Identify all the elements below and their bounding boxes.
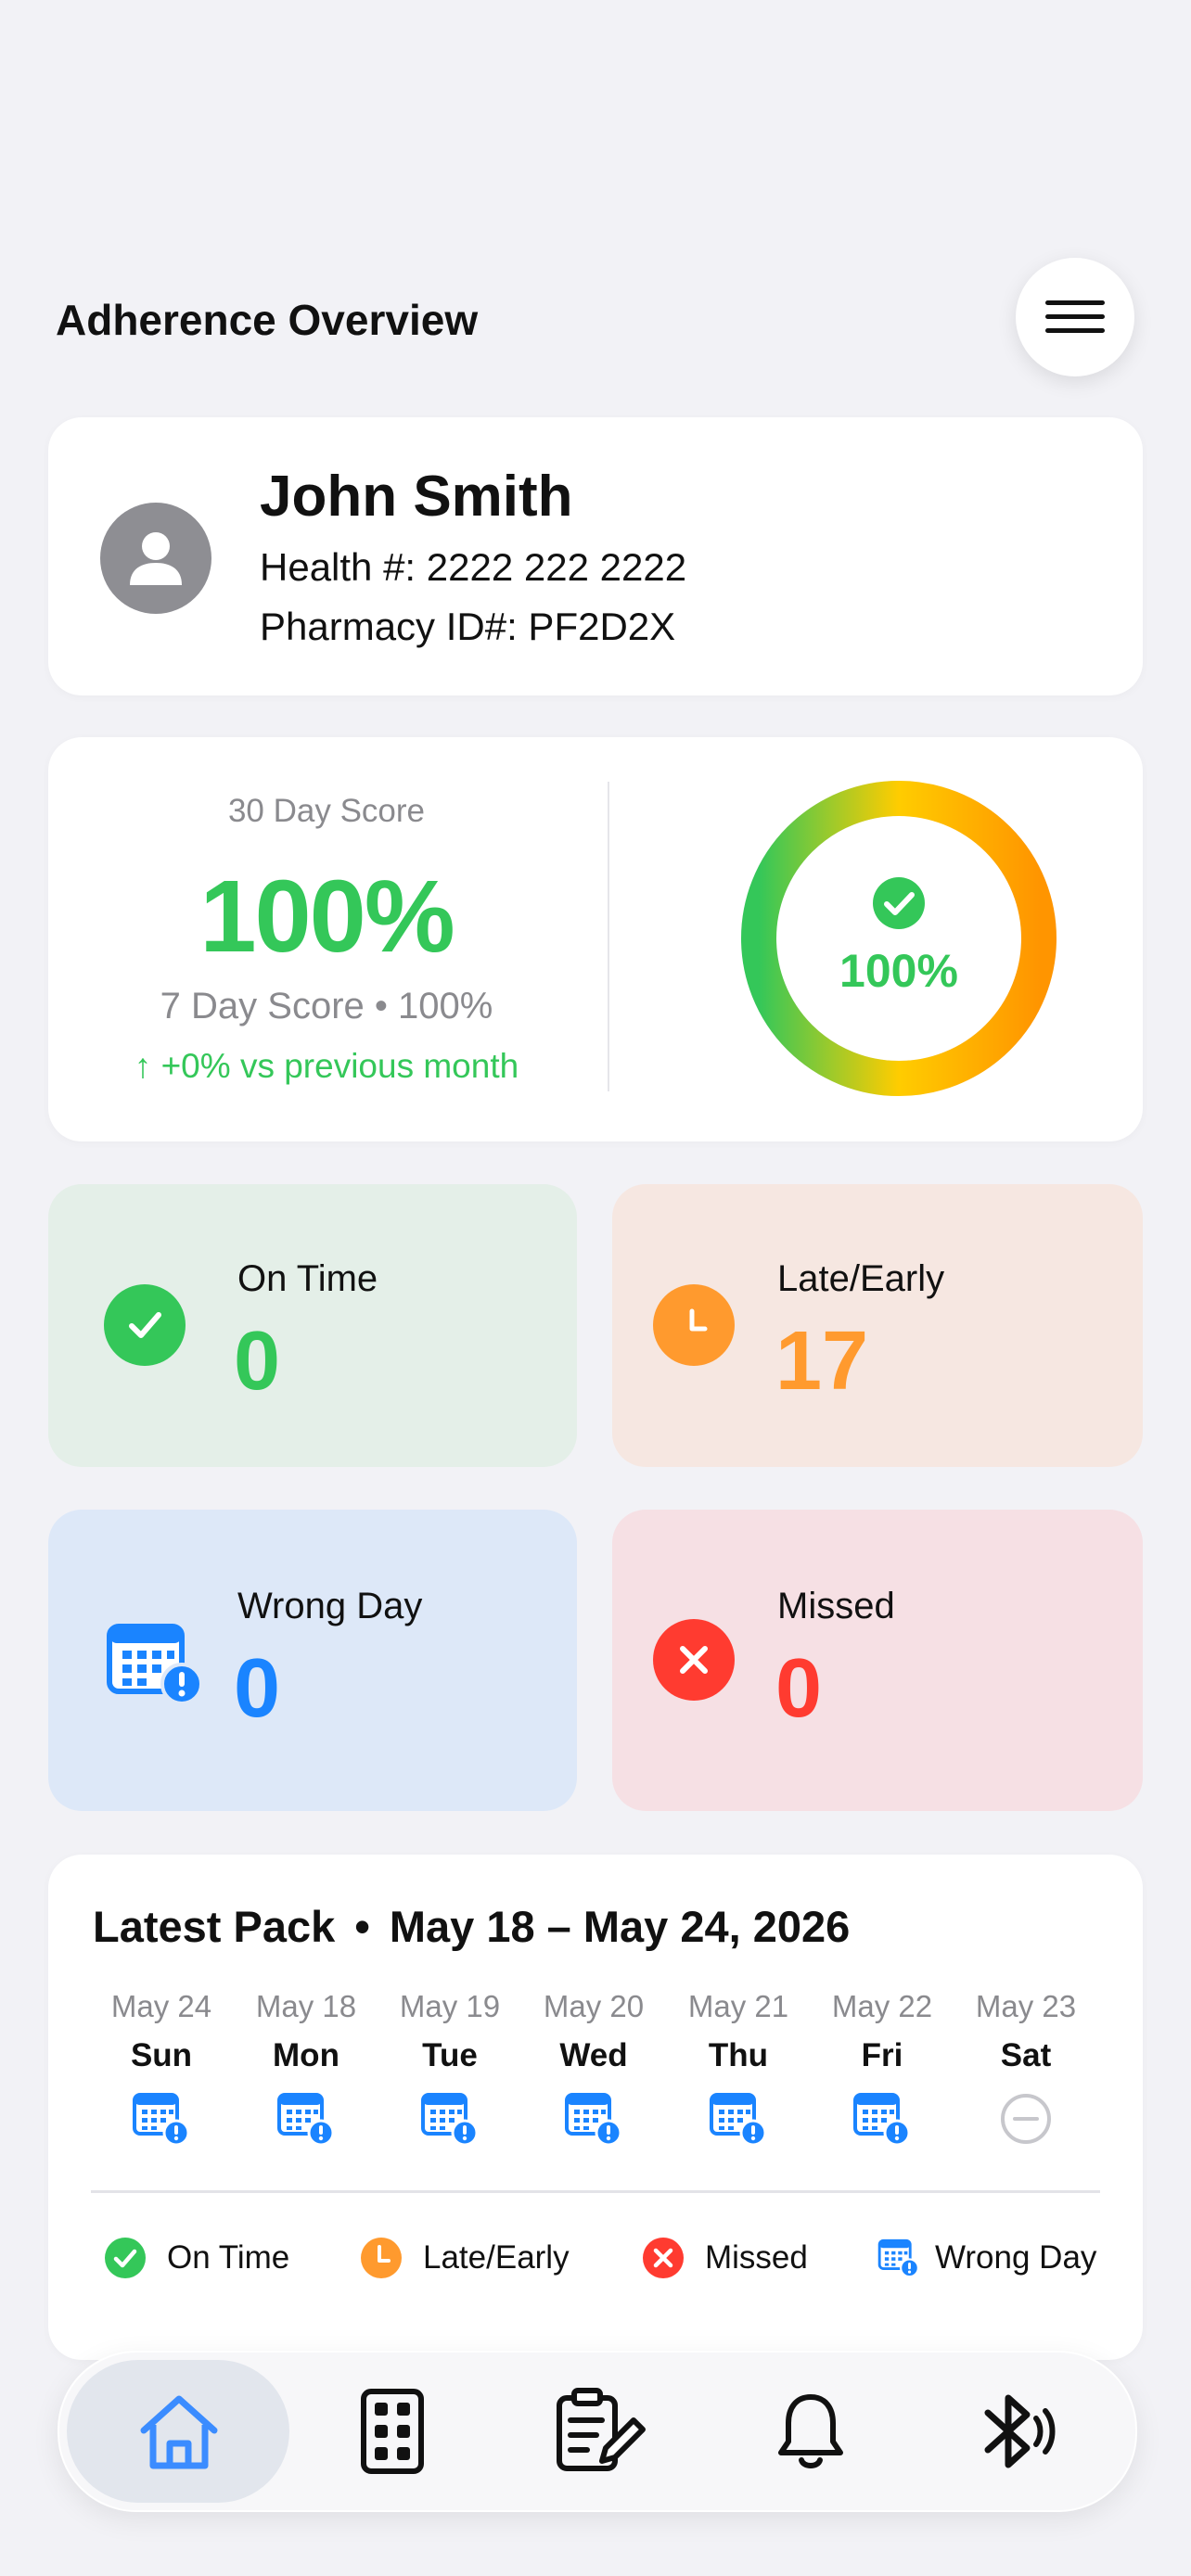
- on-time-count: 0: [234, 1315, 281, 1408]
- calendar-alert-icon: [709, 2089, 768, 2149]
- x-circle-icon: [653, 1619, 735, 1701]
- ring-progress: [741, 781, 1057, 1096]
- pack-title: Latest Pack • May 18 – May 24, 2026: [93, 1901, 850, 1952]
- day-date: May 24: [110, 1989, 212, 2023]
- day-column[interactable]: May 23 Sat: [961, 1989, 1091, 2149]
- on-time-label: On Time: [237, 1258, 378, 1299]
- patient-profile-card: John Smith Health #: 2222 222 2222 Pharm…: [48, 417, 1143, 695]
- health-number: Health #: 2222 222 2222: [260, 545, 687, 589]
- hamburger-menu-icon: [1045, 300, 1105, 333]
- person-icon: [130, 532, 182, 585]
- day-name: Sun: [130, 2037, 193, 2073]
- tab-bluetooth[interactable]: [922, 2353, 1117, 2510]
- day-date: May 19: [399, 1989, 501, 2023]
- day-date: May 23: [975, 1989, 1077, 2023]
- calendar-alert-icon: [132, 2089, 191, 2149]
- bluetooth-icon: [984, 2394, 1056, 2468]
- clock-icon: [360, 2237, 403, 2279]
- legend-on-time: On Time: [104, 2237, 289, 2279]
- ring-value: 100%: [839, 945, 958, 997]
- legend-label: On Time: [167, 2239, 290, 2276]
- calendar-alert-icon: [106, 1621, 204, 1708]
- day-column[interactable]: May 22 Fri: [817, 1989, 947, 2149]
- adherence-ring: 100%: [736, 776, 1061, 1101]
- day-column[interactable]: May 19 Tue: [385, 1989, 515, 2149]
- day-date: May 20: [543, 1989, 645, 2023]
- pack-title-prefix: Latest Pack: [93, 1902, 336, 1951]
- home-icon: [140, 2395, 218, 2469]
- on-time-tile[interactable]: On Time 0: [48, 1184, 577, 1467]
- x-circle-icon: [642, 2237, 685, 2279]
- bell-icon: [778, 2394, 843, 2468]
- checkmark-circle-icon: [873, 877, 925, 929]
- legend-label: Wrong Day: [935, 2239, 1097, 2276]
- thirty-day-score-label: 30 Day Score: [227, 793, 426, 829]
- day-date: May 21: [687, 1989, 789, 2023]
- tab-home[interactable]: [82, 2353, 276, 2510]
- checkmark-circle-icon: [104, 1284, 186, 1366]
- day-date: May 18: [255, 1989, 357, 2023]
- calendar-alert-icon: [877, 2237, 920, 2279]
- avatar: [100, 503, 211, 614]
- pack-divider: [91, 2190, 1100, 2193]
- day-column[interactable]: May 24 Sun: [96, 1989, 226, 2149]
- day-name: Thu: [708, 2037, 769, 2073]
- day-name: Wed: [559, 2037, 628, 2073]
- menu-button[interactable]: [1016, 258, 1134, 376]
- day-name: Sat: [1000, 2037, 1052, 2073]
- bottom-tab-bar: [58, 2351, 1137, 2512]
- no-dose-icon: [996, 2089, 1056, 2149]
- day-column[interactable]: May 21 Thu: [673, 1989, 803, 2149]
- thirty-day-score-value: 100%: [199, 860, 455, 974]
- legend-label: Missed: [705, 2239, 808, 2276]
- pill-pack-icon: [361, 2389, 424, 2474]
- page-title: Adherence Overview: [56, 296, 479, 344]
- checkmark-circle-icon: [104, 2237, 147, 2279]
- day-name: Mon: [273, 2037, 339, 2073]
- missed-count: 0: [775, 1642, 823, 1735]
- calendar-alert-icon: [564, 2089, 623, 2149]
- day-name: Tue: [422, 2037, 478, 2073]
- tab-pill-pack[interactable]: [295, 2353, 490, 2510]
- score-card: 30 Day Score 100% 7 Day Score • 100% ↑ +…: [48, 737, 1143, 1141]
- score-trend: ↑ +0% vs previous month: [134, 1047, 519, 1085]
- day-name: Fri: [861, 2037, 903, 2073]
- calendar-alert-icon: [852, 2089, 912, 2149]
- legend-late-early: Late/Early: [360, 2237, 570, 2279]
- checklist-edit-icon: [557, 2388, 646, 2471]
- day-column[interactable]: May 20 Wed: [529, 1989, 659, 2149]
- seven-day-score: 7 Day Score • 100%: [160, 986, 493, 1027]
- calendar-alert-icon: [420, 2089, 480, 2149]
- score-divider: [608, 782, 609, 1091]
- missed-label: Missed: [777, 1586, 895, 1626]
- latest-pack-card[interactable]: Latest Pack • May 18 – May 24, 2026 May …: [48, 1855, 1143, 2360]
- wrong-day-tile[interactable]: Wrong Day 0: [48, 1510, 577, 1811]
- clock-icon: [653, 1284, 735, 1366]
- legend-wrong-day: Wrong Day: [877, 2237, 1096, 2279]
- patient-name: John Smith: [260, 465, 573, 529]
- legend-label: Late/Early: [423, 2239, 570, 2276]
- day-column[interactable]: May 18 Mon: [241, 1989, 371, 2149]
- calendar-alert-icon: [276, 2089, 336, 2149]
- late-early-tile[interactable]: Late/Early 17: [612, 1184, 1143, 1467]
- missed-tile[interactable]: Missed 0: [612, 1510, 1143, 1811]
- pack-title-bullet: •: [354, 1902, 370, 1951]
- tab-checklist[interactable]: [503, 2353, 698, 2510]
- pack-date-range: May 18 – May 24, 2026: [389, 1902, 851, 1951]
- late-early-count: 17: [775, 1315, 869, 1408]
- wrong-day-count: 0: [234, 1642, 281, 1735]
- tab-notifications[interactable]: [713, 2353, 908, 2510]
- legend-missed: Missed: [642, 2237, 808, 2279]
- wrong-day-label: Wrong Day: [237, 1586, 423, 1626]
- pharmacy-id: Pharmacy ID#: PF2D2X: [260, 605, 676, 648]
- day-date: May 22: [831, 1989, 933, 2023]
- late-early-label: Late/Early: [777, 1258, 945, 1299]
